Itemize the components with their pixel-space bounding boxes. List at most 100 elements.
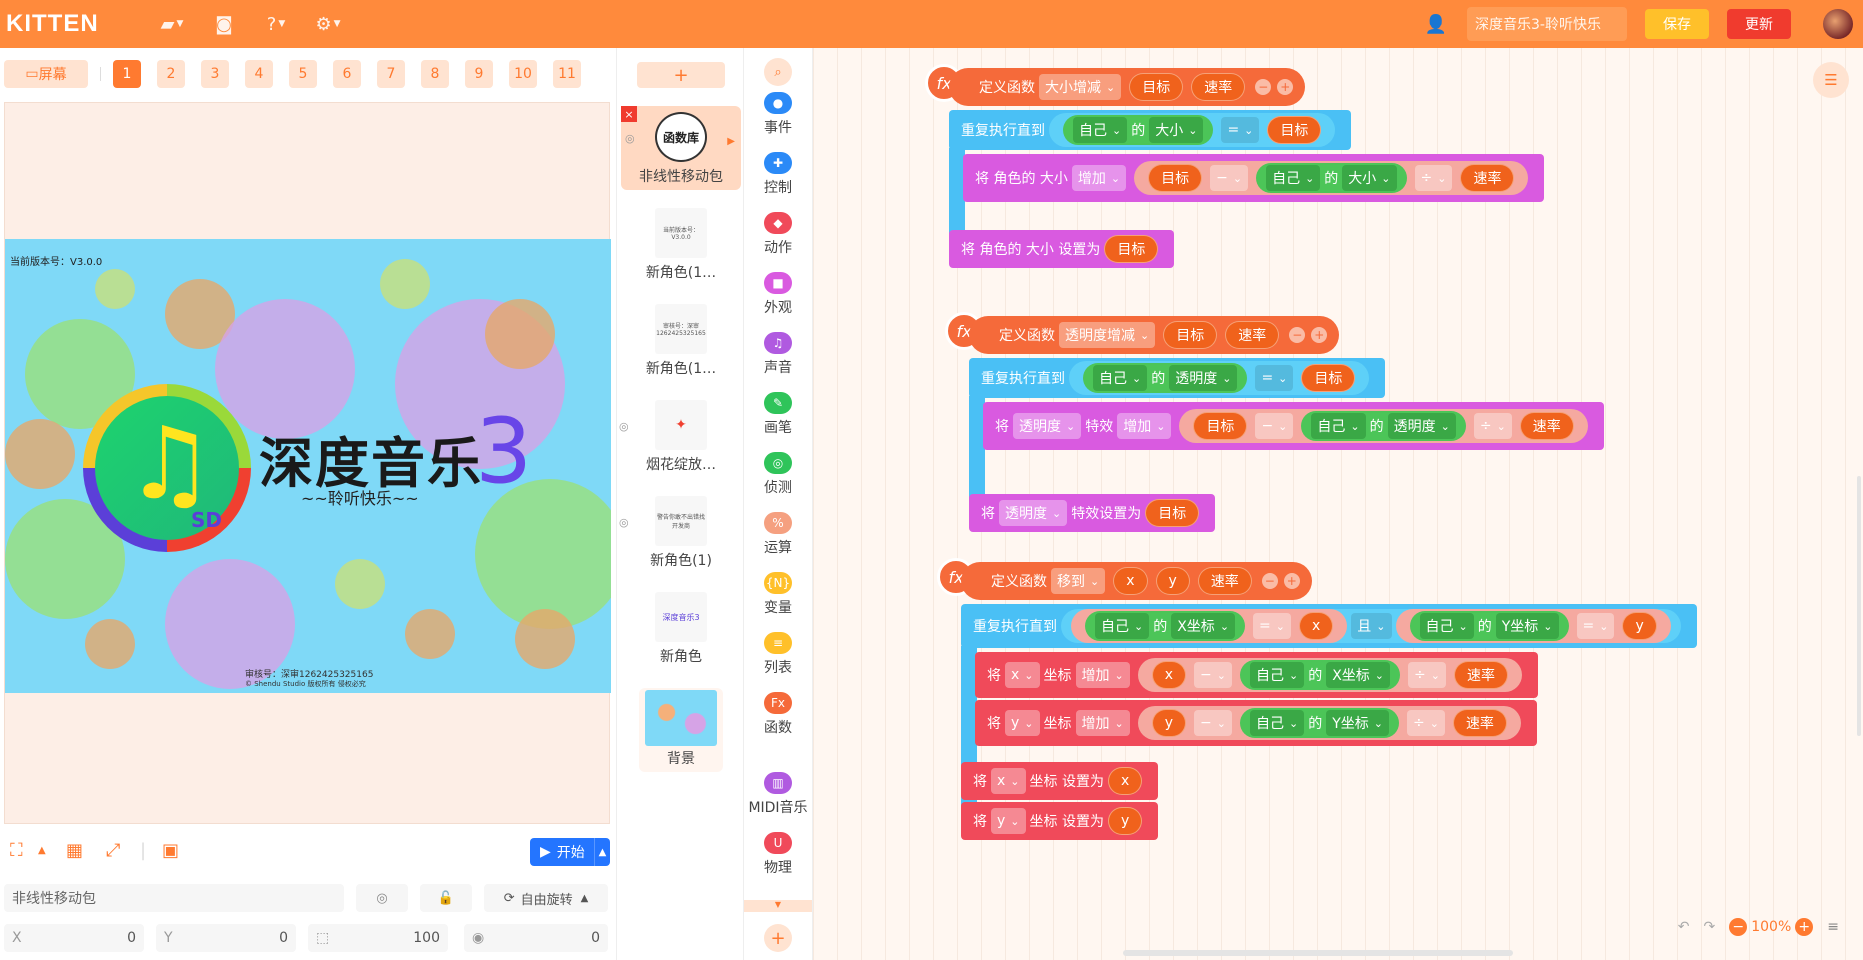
remove-param-button[interactable]: −	[1289, 327, 1306, 343]
sprite-item[interactable]: 深度音乐3 新角色	[639, 586, 723, 670]
define-function-block[interactable]: 定义函数 移到 x y 速率 −+	[961, 562, 1312, 600]
change-effect-block[interactable]: 将 透明度 特效 增加 目标 − 自己的透明度 ÷ 速率	[983, 402, 1604, 450]
undo-icon[interactable]: ↶	[1678, 919, 1690, 935]
category-4[interactable]: ♫ 声音	[744, 332, 812, 377]
category-12[interactable]: U 物理	[744, 832, 812, 877]
scale-icon: ⬚	[316, 930, 330, 946]
folder-menu[interactable]: ▰ ▼	[146, 4, 198, 44]
chevron-up-icon[interactable]: ▲	[594, 838, 610, 866]
grid-icon[interactable]: ▦	[66, 840, 83, 861]
sprite-item[interactable]: ◎ 警告你敢不出错找开发商 新角色(1)	[619, 490, 723, 574]
code-workspace[interactable]: fx 定义函数 大小增减 目标 速率 −+ 重复执行直到 自己的大小 = 目标 …	[812, 48, 1863, 960]
y-field[interactable]: Y0	[156, 924, 296, 952]
add-param-button[interactable]: +	[1277, 79, 1294, 95]
scene-page-2[interactable]: 2	[157, 60, 185, 88]
save-button[interactable]: 保存	[1645, 9, 1709, 39]
fullscreen-icon[interactable]: ⤢	[106, 840, 120, 861]
stage-area[interactable]: 当前版本号：V3.0.0 ♫ SD 深度音乐 3 ~~聆听快乐~~ 审核号：深审…	[4, 102, 611, 824]
set-size-block[interactable]: 将 角色的 大小 设置为 目标	[949, 230, 1175, 268]
settings-menu[interactable]: ⚙ ▼	[302, 4, 354, 44]
vertical-scrollbar[interactable]	[1857, 476, 1861, 736]
scene-page-8[interactable]: 8	[421, 60, 449, 88]
visibility-toggle[interactable]: ◎	[356, 884, 408, 912]
tidy-blocks-icon[interactable]: ≡	[1827, 919, 1839, 935]
scene-page-3[interactable]: 3	[201, 60, 229, 88]
set-effect-block[interactable]: 将 透明度 特效设置为 目标	[969, 494, 1216, 532]
redo-icon[interactable]: ↷	[1704, 919, 1716, 935]
repeat-until-block[interactable]: 重复执行直到 自己的透明度 = 目标	[969, 358, 1386, 398]
change-size-block[interactable]: 将 角色的 大小 增加 目标 − 自己的大小 ÷ 速率	[963, 154, 1545, 202]
category-1[interactable]: ✚ 控制	[744, 152, 812, 197]
change-y-block[interactable]: 将 y 坐标 增加 y − 自己的Y坐标 ÷ 速率	[975, 700, 1537, 746]
category-5[interactable]: ✎ 画笔	[744, 392, 812, 437]
lock-toggle[interactable]: 🔓	[420, 884, 472, 912]
category-6[interactable]: ◎ 侦测	[744, 452, 812, 497]
search-icon[interactable]: ⌕	[764, 58, 792, 86]
set-y-block[interactable]: 将 y 坐标 设置为 y	[961, 802, 1159, 840]
remove-param-button[interactable]: −	[1261, 573, 1278, 589]
eye-off-icon[interactable]: ◎	[625, 132, 635, 145]
add-user-icon[interactable]: 👤	[1425, 14, 1447, 35]
category-0[interactable]: ● 事件	[744, 92, 812, 137]
help-menu[interactable]: ? ▼	[250, 4, 302, 44]
zoom-in-button[interactable]: +	[1795, 918, 1814, 936]
rotate-icon: ⟳	[503, 890, 515, 906]
scene-page-10[interactable]: 10	[509, 60, 537, 88]
category-3[interactable]: ■ 外观	[744, 272, 812, 317]
sprite-item[interactable]: 审核号：深审1262425325165 新角色(1…	[639, 298, 723, 382]
avatar[interactable]	[1823, 9, 1853, 39]
direction-field[interactable]: ◉ 0	[464, 924, 608, 952]
add-sprite-button[interactable]: +	[637, 62, 725, 88]
backpack-button[interactable]: ◙	[198, 4, 250, 44]
project-name-input[interactable]: 深度音乐3-聆听快乐	[1467, 7, 1627, 41]
scene-page-5[interactable]: 5	[289, 60, 317, 88]
chevron-up-icon[interactable]: ▲	[38, 845, 46, 856]
workspace-controls: ↶ ↷ − 100% + ≡	[1678, 918, 1839, 936]
category-7[interactable]: % 运算	[744, 512, 812, 557]
scene-page-6[interactable]: 6	[333, 60, 361, 88]
sprite-item[interactable]: × 函数库 ◎ ▶ 非线性移动包	[621, 106, 741, 190]
code-search-icon[interactable]: ☰	[1813, 62, 1849, 98]
start-button[interactable]: ▶ 开始 ▲	[530, 838, 610, 866]
scene-page-7[interactable]: 7	[377, 60, 405, 88]
scene-page-4[interactable]: 4	[245, 60, 273, 88]
category-8[interactable]: {N} 变量	[744, 572, 812, 617]
screen-button[interactable]: ▭ 屏幕	[4, 60, 88, 88]
define-function-block[interactable]: 定义函数 透明度增减 目标 速率 −+	[969, 316, 1340, 354]
x-field[interactable]: X0	[4, 924, 144, 952]
update-button[interactable]: 更新	[1727, 9, 1791, 39]
scene-page-9[interactable]: 9	[465, 60, 493, 88]
repeat-until-block[interactable]: 重复执行直到 自己的X坐标 = x 且 自己的Y坐标 = y	[961, 604, 1697, 648]
add-param-button[interactable]: +	[1311, 327, 1328, 343]
background-item[interactable]: 背景	[639, 688, 723, 772]
scroll-down-indicator[interactable]: ▼	[744, 900, 812, 912]
scale-field[interactable]: ⬚ 100	[308, 924, 448, 952]
add-param-button[interactable]: +	[1283, 573, 1300, 589]
block-categories: ⌕ ● 事件 ✚ 控制 ◆ 动作 ■ 外观 ♫ 声音 ✎ 画笔 ◎ 侦测 % 运算 {N} 变量 ≡ 列表 Fx 函数 ▥ M…	[744, 48, 812, 960]
horizontal-scrollbar[interactable]	[1123, 950, 1513, 956]
eye-off-icon[interactable]: ◎	[619, 420, 629, 433]
sprite-item[interactable]: 当前版本号：V3.0.0 新角色(1…	[639, 202, 723, 286]
zoom-out-button[interactable]: −	[1729, 918, 1748, 936]
category-9[interactable]: ≡ 列表	[744, 632, 812, 677]
define-function-block[interactable]: 定义函数 大小增减 目标 速率 −+	[949, 68, 1306, 106]
repeat-until-block[interactable]: 重复执行直到 自己的大小 = 目标	[949, 110, 1352, 150]
category-10[interactable]: Fx 函数	[744, 692, 812, 737]
category-11[interactable]: ▥ MIDI音乐	[744, 772, 812, 817]
category-2[interactable]: ◆ 动作	[744, 212, 812, 257]
scene-page-1[interactable]: 1	[113, 60, 141, 88]
phone-preview-icon[interactable]: ▣	[162, 840, 179, 861]
stage-size-icon[interactable]: ⛶	[10, 840, 23, 861]
change-x-block[interactable]: 将 x 坐标 增加 x − 自己的X坐标 ÷ 速率	[975, 652, 1538, 698]
scene-page-11[interactable]: 11	[553, 60, 581, 88]
sprite-item[interactable]: ◎ ✦ 烟花绽放…	[619, 394, 723, 478]
rotation-mode-select[interactable]: ⟳ 自由旋转 ▲	[484, 884, 608, 912]
close-icon[interactable]: ×	[621, 106, 637, 122]
eye-off-icon[interactable]: ◎	[619, 516, 629, 529]
add-extension-button[interactable]: +	[764, 924, 792, 952]
remove-param-button[interactable]: −	[1255, 79, 1272, 95]
set-x-block[interactable]: 将 x 坐标 设置为 x	[961, 762, 1159, 800]
sprite-name-input[interactable]: 非线性移动包	[4, 884, 344, 912]
chevron-right-icon[interactable]: ▶	[727, 136, 735, 147]
stage-canvas[interactable]: 当前版本号：V3.0.0 ♫ SD 深度音乐 3 ~~聆听快乐~~ 审核号：深审…	[5, 239, 611, 693]
